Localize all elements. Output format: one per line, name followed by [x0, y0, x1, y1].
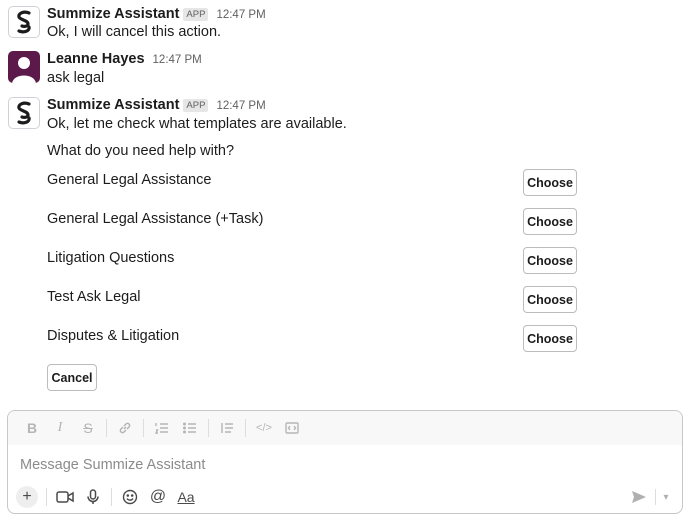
- mention-icon[interactable]: @: [144, 484, 172, 510]
- link-icon[interactable]: [111, 414, 139, 442]
- option-label: General Legal Assistance (+Task): [47, 211, 264, 227]
- toolbar-divider: [245, 419, 246, 437]
- timestamp[interactable]: 12:47 PM: [153, 54, 202, 66]
- person-icon: [12, 57, 36, 83]
- timestamp[interactable]: 12:47 PM: [216, 9, 265, 21]
- toolbar-divider: [46, 488, 47, 506]
- video-icon[interactable]: [51, 484, 79, 510]
- choose-button[interactable]: Choose: [523, 208, 577, 235]
- timestamp[interactable]: 12:47 PM: [216, 100, 265, 112]
- chevron-down-icon[interactable]: ▾: [658, 487, 674, 507]
- formatting-icon[interactable]: Aa: [172, 484, 200, 510]
- choose-button[interactable]: Choose: [523, 169, 577, 196]
- italic-icon[interactable]: I: [46, 414, 74, 442]
- user-avatar[interactable]: [8, 51, 40, 83]
- option-label: General Legal Assistance: [47, 172, 212, 188]
- blockquote-icon[interactable]: [213, 414, 241, 442]
- choose-button[interactable]: Choose: [523, 286, 577, 313]
- message-composer: B I S </> +: [7, 410, 683, 514]
- message-header: Summize Assistant APP 12:47 PM: [47, 6, 266, 22]
- message-input[interactable]: [20, 455, 660, 475]
- message-header: Summize Assistant APP 12:47 PM: [47, 97, 266, 113]
- message-text: Ok, let me check what templates are avai…: [47, 116, 347, 132]
- bulleted-list-icon[interactable]: [176, 414, 204, 442]
- option-label: Litigation Questions: [47, 250, 175, 266]
- emoji-icon[interactable]: [116, 484, 144, 510]
- toolbar-divider: [111, 488, 112, 506]
- composer-actions: + @ Aa: [16, 484, 200, 510]
- message-text: Ok, I will cancel this action.: [47, 24, 222, 40]
- microphone-icon[interactable]: [79, 484, 107, 510]
- summize-logo-icon: [17, 10, 31, 34]
- option-label: Disputes & Litigation: [47, 328, 180, 344]
- summize-app-avatar[interactable]: [8, 97, 40, 129]
- message-header: Leanne Hayes 12:47 PM: [47, 51, 202, 67]
- bold-icon[interactable]: B: [18, 414, 46, 442]
- code-icon[interactable]: </>: [250, 414, 278, 442]
- sender-name[interactable]: Leanne Hayes: [47, 51, 145, 67]
- summize-logo-icon: [17, 101, 31, 125]
- strikethrough-icon[interactable]: S: [74, 414, 102, 442]
- toolbar-divider: [208, 419, 209, 437]
- send-button[interactable]: [628, 487, 650, 507]
- sender-name[interactable]: Summize Assistant: [47, 6, 179, 22]
- plus-icon[interactable]: +: [16, 486, 38, 508]
- choose-button[interactable]: Choose: [523, 247, 577, 274]
- choose-button[interactable]: Choose: [523, 325, 577, 352]
- message-1: Summize Assistant APP 12:47 PM Ok, I wil…: [8, 6, 680, 42]
- app-badge: APP: [183, 99, 209, 112]
- message-3: Summize Assistant APP 12:47 PM Ok, let m…: [8, 97, 680, 159]
- sender-name[interactable]: Summize Assistant: [47, 97, 179, 113]
- toolbar-divider: [106, 419, 107, 437]
- message-2: Leanne Hayes 12:47 PM ask legal: [8, 51, 680, 87]
- send-icon: [632, 491, 646, 503]
- message-text: ask legal: [47, 70, 105, 86]
- toolbar-divider: [143, 419, 144, 437]
- code-block-icon[interactable]: [278, 414, 306, 442]
- cancel-button[interactable]: Cancel: [47, 364, 97, 391]
- formatting-toolbar: B I S </>: [8, 411, 682, 445]
- message-text: What do you need help with?: [47, 143, 235, 159]
- option-label: Test Ask Legal: [47, 289, 141, 305]
- ordered-list-icon[interactable]: [148, 414, 176, 442]
- app-badge: APP: [183, 8, 209, 21]
- send-divider: [655, 489, 656, 505]
- summize-app-avatar[interactable]: [8, 6, 40, 38]
